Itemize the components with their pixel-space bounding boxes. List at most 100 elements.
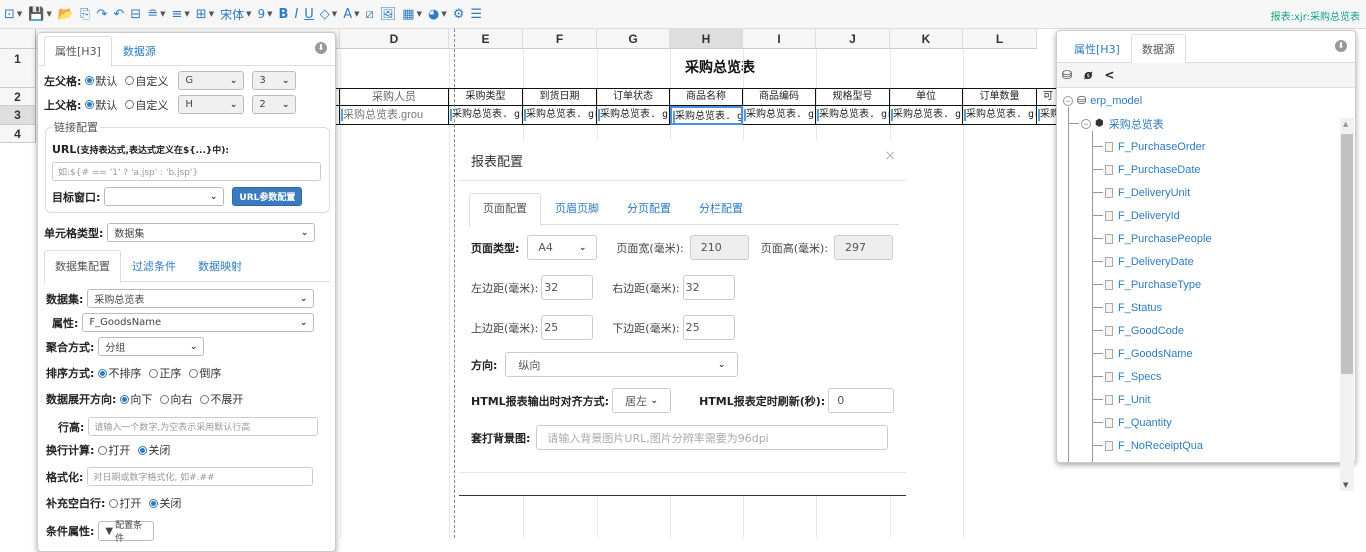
tree-field-item[interactable]: F_NoReceiptQua <box>1093 434 1203 457</box>
table-cell[interactable]: 采购总览表. grou <box>963 106 1037 125</box>
save-icon[interactable]: 💾 ▼ <box>28 3 52 25</box>
tree-field-item[interactable]: F_PurchaseType <box>1093 273 1201 296</box>
fill-blank-radio-1[interactable]: 关闭 <box>149 495 181 511</box>
table-cell[interactable]: 采购总览表.grou <box>340 106 449 125</box>
open-folder-icon[interactable]: 📂 <box>58 3 74 25</box>
row-header-3[interactable]: 3 <box>0 106 36 125</box>
table-header-cell[interactable]: 订单状态 <box>597 88 670 106</box>
tab-properties[interactable]: 属性[H3] <box>44 36 112 67</box>
top-parent-row-select[interactable]: 2 ⌄ <box>252 95 297 114</box>
column-header-g[interactable]: G <box>597 29 670 49</box>
table-header-cell[interactable]: 商品编码 <box>743 88 816 106</box>
tab-datasource-right[interactable]: 数据源 <box>1130 34 1186 65</box>
image-icon[interactable]: 🖼 <box>380 3 397 25</box>
aggregation-select[interactable]: 分组 ⌄ <box>98 337 205 356</box>
tree-field-item[interactable]: F_GoodsName <box>1093 342 1193 365</box>
tab-column-config[interactable]: 分栏配置 <box>685 193 757 224</box>
row-header-1[interactable]: 1 <box>0 49 36 88</box>
page-type-select[interactable]: A4 ⌄ <box>527 235 598 260</box>
top-parent-default-radio[interactable]: 默认 <box>85 97 117 113</box>
table-cell[interactable]: 采购总览表. grou <box>743 106 816 125</box>
table-header-cell[interactable]: 采购人员 <box>340 88 449 106</box>
bottom-margin-input[interactable]: 25 <box>682 315 735 340</box>
table-header-cell[interactable]: 规格型号 <box>816 88 890 106</box>
tab-header-footer[interactable]: 页眉页脚 <box>541 193 613 224</box>
table-cell[interactable]: 采购总览表. grou <box>523 106 597 125</box>
left-margin-input[interactable]: 32 <box>541 275 594 300</box>
preview-icon[interactable]: ⊡ ▼ <box>4 3 22 25</box>
tree-field-item[interactable]: F_Quantity <box>1093 411 1172 434</box>
target-window-select[interactable]: ⌄ <box>104 187 225 206</box>
column-header-f[interactable]: F <box>523 29 597 49</box>
expand-radio-0[interactable]: 向下 <box>120 391 152 407</box>
tab-data-mapping[interactable]: 数据映射 <box>187 250 253 280</box>
format-input[interactable]: 对日期或数字格式化, 如#.## <box>87 467 314 486</box>
tree-scrollbar[interactable]: ▲ ▼ <box>1340 118 1354 491</box>
sort-radio-1[interactable]: 正序 <box>149 365 181 381</box>
config-condition-button[interactable]: ▼ 配置条件 <box>98 521 155 544</box>
left-parent-column-select[interactable]: G ⌄ <box>178 71 245 90</box>
chart-icon[interactable]: ◕ ▼ <box>428 3 447 25</box>
row-header-2[interactable]: 2 <box>0 88 36 106</box>
tab-page-config[interactable]: 页面配置 <box>469 193 541 226</box>
font-family-select[interactable]: 宋体 ▼ <box>220 3 251 25</box>
tree-field-item[interactable]: F_Unit <box>1093 388 1150 411</box>
tree-field-item[interactable]: F_PurchaseDate <box>1093 158 1201 181</box>
database-icon[interactable]: ⛁ <box>1062 68 1072 82</box>
table-cell[interactable]: 采购总览表. grou <box>597 106 670 125</box>
wrap-radio-0[interactable]: 打开 <box>98 442 130 458</box>
corner-cell[interactable] <box>0 29 36 49</box>
selected-cell[interactable]: 采购总览表. grou <box>670 106 743 125</box>
font-color-icon[interactable]: A ▼ <box>343 3 359 25</box>
italic-button[interactable]: I <box>294 3 298 25</box>
collapse-node-icon[interactable]: − <box>1063 95 1073 106</box>
sort-radio-0[interactable]: 不排序 <box>98 365 141 381</box>
collapse-icon[interactable]: ⬇ <box>1335 40 1347 52</box>
settings-icon[interactable]: ⚙ <box>453 3 465 25</box>
scrollbar-thumb[interactable] <box>1341 134 1353 374</box>
table-header-cell[interactable]: 到货日期 <box>523 88 597 106</box>
page-height-input[interactable]: 297 <box>834 235 893 260</box>
expand-radio-2[interactable]: 不展开 <box>200 391 243 407</box>
right-margin-input[interactable]: 32 <box>682 275 735 300</box>
tab-dataset-config[interactable]: 数据集配置 <box>44 250 121 283</box>
share-icon[interactable]: < <box>1104 68 1114 82</box>
report-config-icon[interactable]: ☰ <box>470 3 482 25</box>
column-header-j[interactable]: J <box>816 29 890 49</box>
tree-field-item[interactable]: F_DeliveryId <box>1093 204 1180 227</box>
tab-properties-right[interactable]: 属性[H3] <box>1063 34 1131 64</box>
tree-field-item[interactable]: F_PurchaseOrder <box>1093 135 1205 158</box>
tab-datasource[interactable]: 数据源 <box>112 36 167 66</box>
column-header-h[interactable]: H <box>670 29 743 49</box>
sort-radio-2[interactable]: 倒序 <box>189 365 221 381</box>
direction-select[interactable]: 纵向 ⌄ <box>505 352 739 377</box>
top-parent-column-select[interactable]: H ⌄ <box>178 95 245 114</box>
align-vertical-icon[interactable]: ≘ ▼ <box>147 3 165 25</box>
fill-blank-radio-0[interactable]: 打开 <box>109 495 141 511</box>
column-header-i[interactable]: I <box>743 29 816 49</box>
merge-cells-icon[interactable]: ⊟ <box>130 3 141 25</box>
align-horizontal-icon[interactable]: ≡ ▼ <box>171 3 189 25</box>
collapse-node-icon[interactable]: − <box>1081 118 1091 129</box>
tab-filter-conditions[interactable]: 过滤条件 <box>121 250 187 280</box>
url-input[interactable]: 如:${# == '1' ? 'a.jsp' : 'b.jsp'} <box>52 162 321 181</box>
barcode-icon[interactable]: ▦ ▼ <box>402 3 422 25</box>
border-icon[interactable]: ⊞ ▼ <box>196 3 214 25</box>
tree-field-item[interactable]: F_PurchasePeople <box>1093 227 1212 250</box>
tree-field-item[interactable]: F_DeliveryUnit <box>1093 181 1190 204</box>
undo-icon[interactable]: ↶ <box>113 3 124 25</box>
close-icon[interactable]: × <box>884 148 896 164</box>
diagonal-icon[interactable]: ⧄ <box>365 3 373 25</box>
report-title-cell[interactable]: 采购总览表 <box>340 49 1060 88</box>
html-align-select[interactable]: 居左 ⌄ <box>612 388 672 413</box>
html-refresh-input[interactable]: 0 <box>828 388 895 413</box>
row-header-4[interactable]: 4 <box>0 125 36 143</box>
bold-button[interactable]: B <box>279 3 289 25</box>
left-parent-custom-radio[interactable]: 自定义 <box>125 73 168 89</box>
column-header-l[interactable]: L <box>963 29 1037 49</box>
table-header-cell[interactable]: 单位 <box>890 88 963 106</box>
tab-pagination-config[interactable]: 分页配置 <box>613 193 685 224</box>
tree-field-item[interactable]: F_DeliveryDate <box>1093 250 1194 273</box>
font-size-select[interactable]: 9 ▼ <box>257 3 272 25</box>
table-cell[interactable]: 采购总览表. grou <box>890 106 963 125</box>
